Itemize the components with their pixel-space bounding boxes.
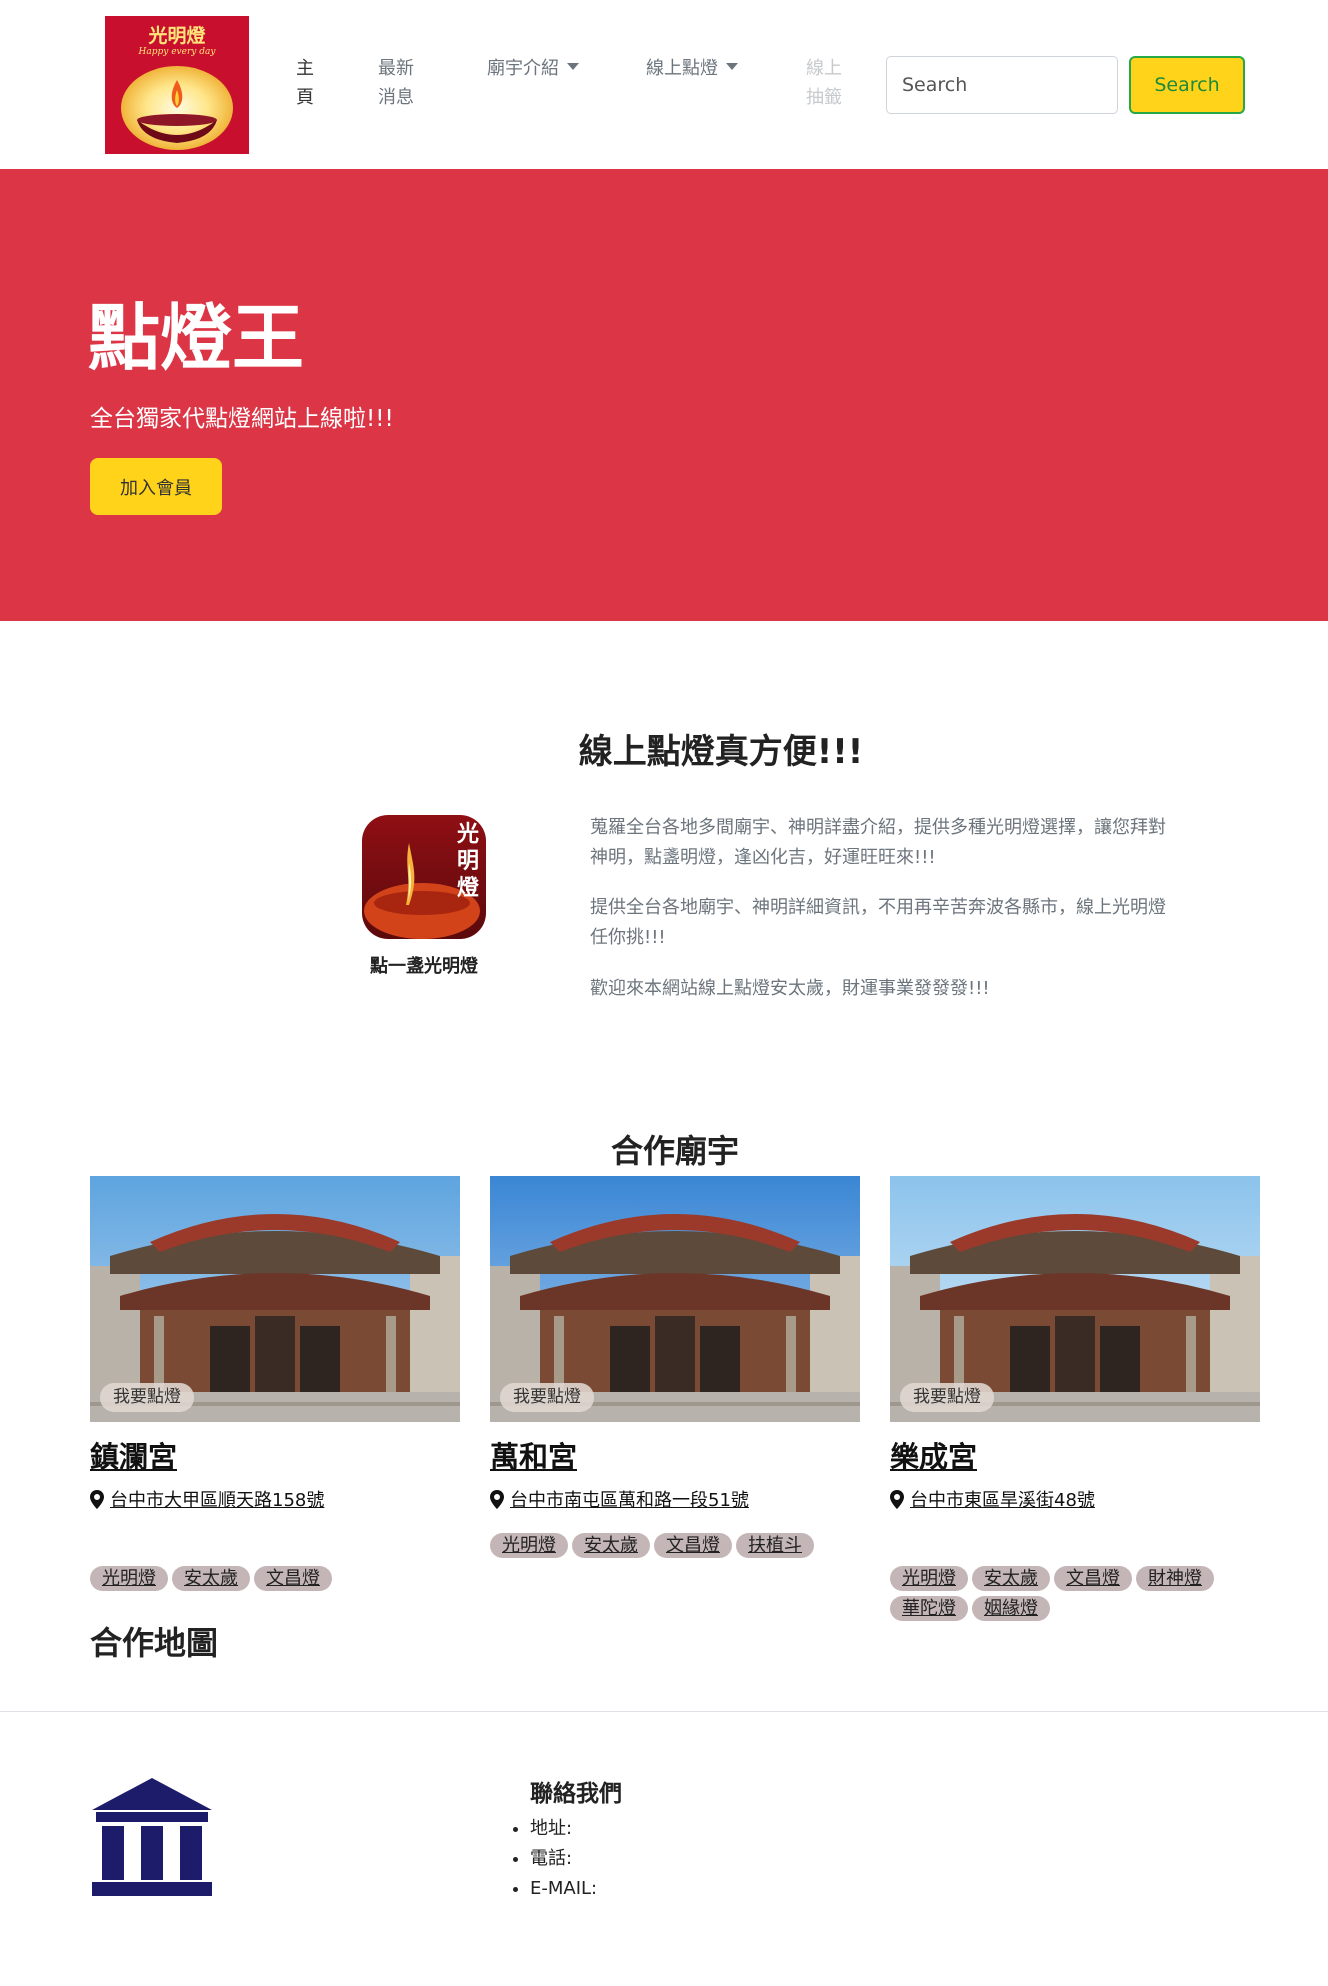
app-caption: 點一盞光明燈 bbox=[370, 956, 478, 977]
contact-address: 地址: bbox=[530, 1814, 597, 1844]
nav-home[interactable]: 主頁 bbox=[296, 54, 318, 112]
contact-phone: 電話: bbox=[530, 1844, 597, 1874]
temple-card: 我要點燈鎮瀾宮台中市大甲區順天路158號光明燈 安太歲 文昌燈 bbox=[90, 1176, 460, 1591]
nav-lighting-label: 線上點燈 bbox=[646, 58, 718, 79]
lamp-tag[interactable]: 光明燈 bbox=[90, 1566, 168, 1591]
search-button[interactable]: Search bbox=[1129, 56, 1245, 114]
brand-logo[interactable]: 光明燈 Happy every day bbox=[105, 16, 249, 154]
lamp-tag[interactable]: 姻緣燈 bbox=[972, 1596, 1050, 1621]
lamp-tag[interactable]: 安太歲 bbox=[172, 1566, 250, 1591]
temple-address: 台中市東區旱溪街48號 bbox=[910, 1490, 1095, 1511]
lamp-tag[interactable]: 文昌燈 bbox=[654, 1533, 732, 1558]
contact-email: E-MAIL: bbox=[530, 1874, 597, 1904]
light-lamp-badge[interactable]: 我要點燈 bbox=[900, 1383, 994, 1412]
lamp-tag[interactable]: 安太歲 bbox=[572, 1533, 650, 1558]
light-lamp-badge[interactable]: 我要點燈 bbox=[100, 1383, 194, 1412]
lamp-tag[interactable]: 光明燈 bbox=[490, 1533, 568, 1558]
navbar: 光明燈 Happy every day 主頁 最新消息 廟宇介紹 線上點燈 線上… bbox=[0, 0, 1328, 169]
temple-photo[interactable]: 我要點燈 bbox=[490, 1176, 860, 1422]
lamp-tag[interactable]: 光明燈 bbox=[890, 1566, 968, 1591]
lamp-icon bbox=[121, 66, 233, 150]
intro-paragraph: 蒐羅全台各地多間廟宇、神明詳盡介紹，提供多種光明燈選擇，讓您拜對神明，點盞明燈，… bbox=[590, 817, 1166, 868]
search-input[interactable] bbox=[886, 56, 1118, 114]
caret-down-icon bbox=[726, 63, 738, 70]
temple-name-link[interactable]: 萬和宮 bbox=[490, 1434, 577, 1476]
temple-address-link[interactable]: 台中市東區旱溪街48號 bbox=[890, 1486, 1095, 1512]
temple-card: 我要點燈萬和宮台中市南屯區萬和路一段51號光明燈 安太歲 文昌燈 扶植斗 bbox=[490, 1176, 860, 1558]
intro-title: 線上點燈真方便!!! bbox=[578, 732, 864, 772]
lamp-tag[interactable]: 扶植斗 bbox=[736, 1533, 814, 1558]
temple-tags: 光明燈 安太歲 文昌燈 財神燈華陀燈 姻緣燈 bbox=[890, 1564, 1270, 1624]
temple-tags: 光明燈 安太歲 文昌燈 bbox=[90, 1564, 470, 1594]
bank-icon bbox=[92, 1778, 212, 1896]
temple-address-link[interactable]: 台中市南屯區萬和路一段51號 bbox=[490, 1486, 749, 1512]
intro-paragraph: 歡迎來本網站線上點燈安太歲，財運事業發發發!!! bbox=[590, 978, 990, 999]
temple-address: 台中市南屯區萬和路一段51號 bbox=[510, 1490, 749, 1511]
temple-address: 台中市大甲區順天路158號 bbox=[110, 1490, 325, 1511]
map-pin-icon bbox=[90, 1490, 104, 1509]
hero-banner: 點燈王 全台獨家代點燈網站上線啦!!! 加入會員 bbox=[0, 169, 1328, 621]
lamp-tag[interactable]: 財神燈 bbox=[1136, 1566, 1214, 1591]
temple-address-link[interactable]: 台中市大甲區順天路158號 bbox=[90, 1486, 324, 1512]
hero-title: 點燈王 bbox=[88, 296, 305, 380]
caret-down-icon bbox=[567, 63, 579, 70]
temple-name-link[interactable]: 鎮瀾宮 bbox=[90, 1434, 177, 1476]
temples-title: 合作廟宇 bbox=[610, 1132, 739, 1170]
map-pin-icon bbox=[890, 1490, 904, 1509]
contact-title: 聯絡我們 bbox=[530, 1781, 622, 1807]
nav-fortune-draw: 線上抽籤 bbox=[806, 58, 842, 108]
map-title: 合作地圖 bbox=[90, 1624, 219, 1662]
lamp-tag[interactable]: 文昌燈 bbox=[1054, 1566, 1132, 1591]
temple-tags: 光明燈 安太歲 文昌燈 扶植斗 bbox=[490, 1531, 870, 1561]
app-icon-text: 光明燈 bbox=[456, 821, 479, 901]
nav-temples-label: 廟宇介紹 bbox=[487, 58, 559, 79]
footer-divider bbox=[0, 1711, 1328, 1712]
map-pin-icon bbox=[490, 1490, 504, 1509]
app-icon: 光明燈 bbox=[362, 815, 486, 939]
contact-list: 地址: 電話: E-MAIL: bbox=[508, 1814, 597, 1904]
temple-photo[interactable]: 我要點燈 bbox=[890, 1176, 1260, 1422]
temple-name-link[interactable]: 樂成宮 bbox=[890, 1434, 977, 1476]
nav-lighting-dropdown[interactable]: 線上點燈 bbox=[646, 54, 738, 83]
temple-photo[interactable]: 我要點燈 bbox=[90, 1176, 460, 1422]
nav-news[interactable]: 最新消息 bbox=[378, 54, 418, 112]
join-member-button[interactable]: 加入會員 bbox=[90, 458, 222, 515]
intro-paragraph: 提供全台各地廟宇、神明詳細資訊，不用再辛苦奔波各縣市，線上光明燈任你挑!!! bbox=[590, 897, 1166, 948]
nav-temples-dropdown[interactable]: 廟宇介紹 bbox=[487, 54, 579, 83]
lamp-tag[interactable]: 安太歲 bbox=[972, 1566, 1050, 1591]
lamp-tag[interactable]: 華陀燈 bbox=[890, 1596, 968, 1621]
light-lamp-badge[interactable]: 我要點燈 bbox=[500, 1383, 594, 1412]
lamp-tag[interactable]: 文昌燈 bbox=[254, 1566, 332, 1591]
hero-subtitle: 全台獨家代點燈網站上線啦!!! bbox=[90, 406, 394, 432]
temple-card: 我要點燈樂成宮台中市東區旱溪街48號光明燈 安太歲 文昌燈 財神燈華陀燈 姻緣燈 bbox=[890, 1176, 1260, 1621]
